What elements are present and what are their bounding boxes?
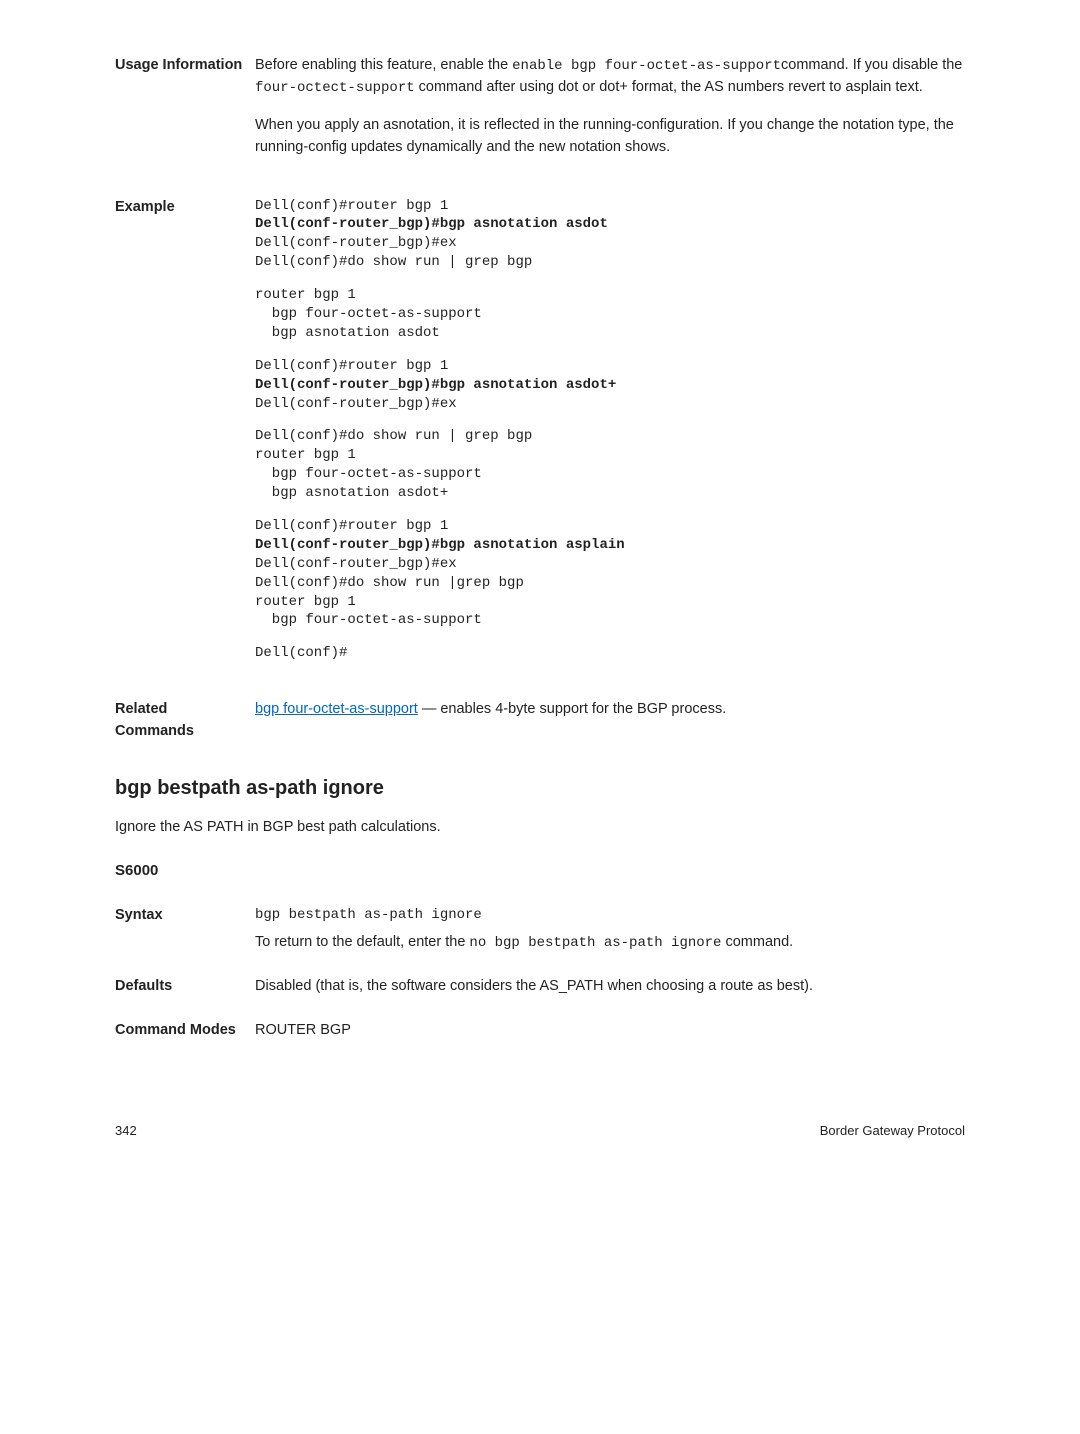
code-block-1: Dell(conf)#router bgp 1 Dell(conf-router… [255,197,965,273]
command-modes-section: Command Modes ROUTER BGP [115,1020,965,1042]
syntax-text: To return to the default, enter the no b… [255,932,965,954]
related-link[interactable]: bgp four-octet-as-support [255,701,418,717]
command-description: Ignore the AS PATH in BGP best path calc… [115,817,965,839]
code-block-4: Dell(conf)#do show run | grep bgp router… [255,427,965,503]
usage-para-1: Before enabling this feature, enable the… [255,55,965,99]
footer-title: Border Gateway Protocol [820,1121,965,1141]
page-footer: 342 Border Gateway Protocol [115,1121,965,1141]
code-block-5: Dell(conf)#router bgp 1 Dell(conf-router… [255,517,965,630]
usage-label: Usage Information [115,55,255,175]
page-number: 342 [115,1121,137,1141]
example-label: Example [115,197,255,678]
usage-information-section: Usage Information Before enabling this f… [115,55,965,175]
modes-label: Command Modes [115,1020,255,1042]
code-block-2: router bgp 1 bgp four-octet-as-support b… [255,286,965,343]
defaults-section: Defaults Disabled (that is, the software… [115,976,965,998]
defaults-label: Defaults [115,976,255,998]
inline-code: four-octect-support [255,80,415,96]
related-label: Related Commands [115,699,255,743]
inline-code: enable bgp four-octet-as-support [512,58,781,74]
code-block-3: Dell(conf)#router bgp 1 Dell(conf-router… [255,357,965,414]
command-heading: bgp bestpath as-path ignore [115,773,965,803]
related-commands-section: Related Commands bgp four-octet-as-suppo… [115,699,965,743]
defaults-text: Disabled (that is, the software consider… [255,976,965,998]
syntax-section: Syntax bgp bestpath as-path ignore To re… [115,905,965,954]
inline-code: no bgp bestpath as-path ignore [469,935,721,951]
syntax-label: Syntax [115,905,255,954]
modes-text: ROUTER BGP [255,1020,965,1042]
related-text: — enables 4-byte support for the BGP pro… [418,701,726,717]
code-block-6: Dell(conf)# [255,644,965,663]
example-section: Example Dell(conf)#router bgp 1 Dell(con… [115,197,965,678]
usage-para-2: When you apply an asnotation, it is refl… [255,115,965,159]
platform-label: S6000 [115,860,965,883]
syntax-code: bgp bestpath as-path ignore [255,905,965,926]
